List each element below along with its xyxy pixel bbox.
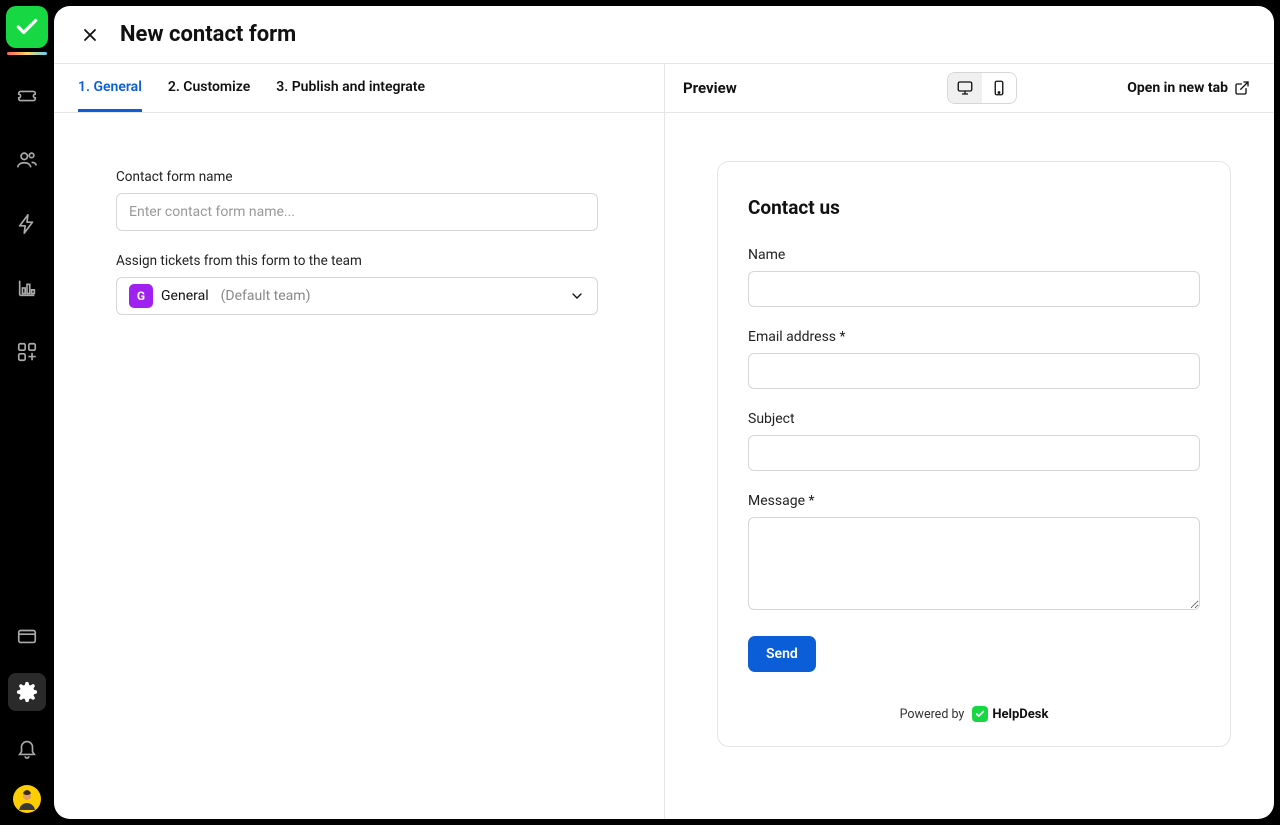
header: New contact form [54, 6, 1274, 64]
mobile-toggle[interactable] [982, 73, 1016, 103]
sidebar [0, 0, 54, 825]
team-suffix: (Default team) [221, 288, 311, 304]
preview-label: Preview [683, 79, 737, 97]
assign-team-group: Assign tickets from this form to the tea… [116, 253, 616, 315]
bolt-icon[interactable] [8, 205, 46, 243]
preview-bar: Preview Open in new tab [664, 64, 1274, 112]
powered-by: Powered by HelpDesk [748, 706, 1200, 722]
open-new-tab-label: Open in new tab [1127, 80, 1228, 96]
tab-general[interactable]: 1. General [78, 64, 142, 112]
helpdesk-logo[interactable]: HelpDesk [972, 706, 1048, 722]
assign-team-label: Assign tickets from this form to the tea… [116, 253, 616, 269]
team-select-value: G General (Default team) [129, 284, 310, 308]
external-link-icon [1234, 80, 1250, 96]
device-toggle [947, 72, 1017, 104]
tab-publish[interactable]: 3. Publish and integrate [276, 64, 425, 112]
page-title: New contact form [120, 22, 296, 47]
people-icon[interactable] [8, 141, 46, 179]
main-panel: New contact form 1. General 2. Customize… [54, 6, 1274, 819]
preview-subject-label: Subject [748, 411, 1200, 427]
app-logo[interactable] [6, 6, 48, 48]
logo-accent [7, 52, 47, 55]
helpdesk-check-icon [972, 706, 988, 722]
chevron-down-icon [569, 288, 585, 304]
preview-email-input[interactable] [748, 353, 1200, 389]
settings-icon[interactable] [8, 673, 46, 711]
ticket-icon[interactable] [8, 77, 46, 115]
credit-card-icon[interactable] [8, 617, 46, 655]
preview-name-input[interactable] [748, 271, 1200, 307]
preview-panel: Contact us Name Email address * Subject … [664, 113, 1274, 819]
preview-subject-input[interactable] [748, 435, 1200, 471]
name-field-group: Contact form name [116, 169, 616, 231]
chart-icon[interactable] [8, 269, 46, 307]
desktop-toggle[interactable] [948, 73, 982, 103]
sidebar-nav-bottom [8, 617, 46, 813]
preview-message-label: Message * [748, 493, 1200, 509]
helpdesk-brand-label: HelpDesk [992, 707, 1048, 722]
apps-icon[interactable] [8, 333, 46, 371]
preview-message-textarea[interactable] [748, 517, 1200, 610]
preview-card: Contact us Name Email address * Subject … [717, 161, 1231, 747]
bell-icon[interactable] [8, 729, 46, 767]
user-avatar[interactable] [13, 785, 41, 813]
team-badge: G [129, 284, 153, 308]
preview-email-label: Email address * [748, 329, 1200, 345]
preview-name-label: Name [748, 247, 1200, 263]
team-name: General [161, 288, 209, 304]
open-new-tab-link[interactable]: Open in new tab [1127, 80, 1250, 96]
powered-by-label: Powered by [900, 707, 965, 722]
team-select[interactable]: G General (Default team) [116, 277, 598, 315]
step-tabs: 1. General 2. Customize 3. Publish and i… [54, 64, 664, 112]
send-button[interactable]: Send [748, 636, 816, 672]
form-name-input[interactable] [116, 193, 598, 231]
content-row: Contact form name Assign tickets from th… [54, 113, 1274, 819]
sidebar-nav-top [8, 77, 46, 371]
close-button[interactable] [78, 23, 102, 47]
form-settings: Contact form name Assign tickets from th… [54, 113, 664, 819]
tab-customize[interactable]: 2. Customize [168, 64, 250, 112]
tabs-row: 1. General 2. Customize 3. Publish and i… [54, 64, 1274, 113]
form-name-label: Contact form name [116, 169, 616, 185]
preview-form-title: Contact us [748, 196, 1200, 219]
